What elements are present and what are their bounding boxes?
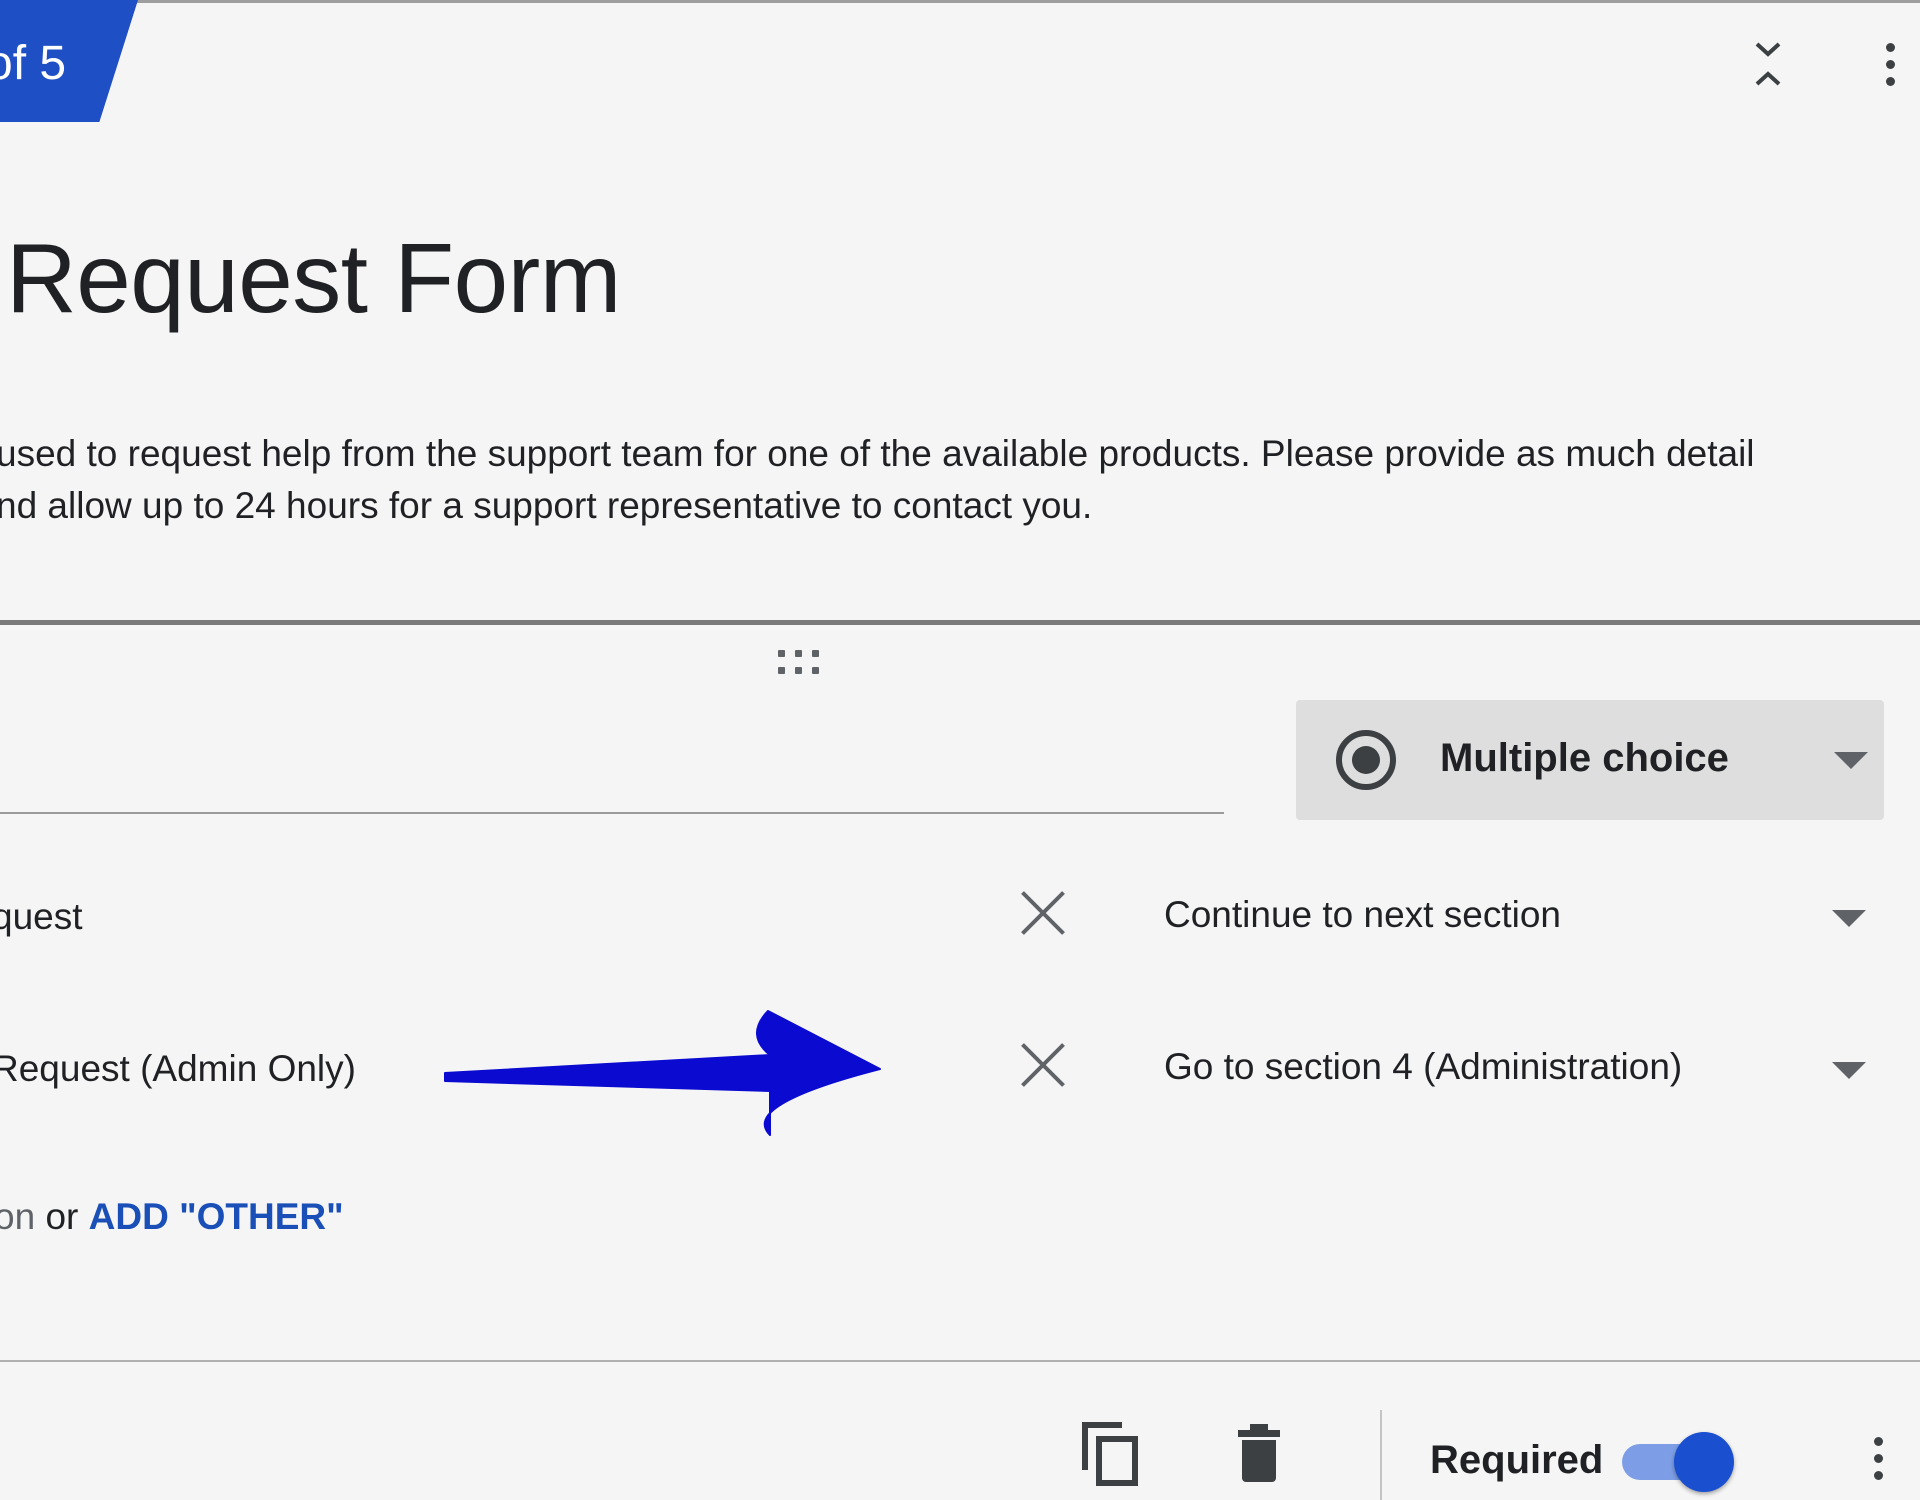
section-navigation-select-2[interactable]: Go to section 4 (Administration) [1164,1038,1884,1098]
section-navigation-select-1[interactable]: Continue to next section [1164,886,1884,946]
close-icon[interactable] [1020,890,1066,936]
annotation-arrow [444,1010,881,1136]
required-toggle[interactable] [1622,1432,1738,1492]
or-text: or [45,1196,79,1237]
dropdown-arrow-icon [1834,752,1868,769]
question-more-options-button[interactable] [1868,1430,1888,1486]
section-indicator-tab: of 5 [0,0,138,122]
collapse-section-button[interactable] [1750,36,1786,92]
close-icon[interactable] [1020,1042,1066,1088]
form-title[interactable]: Request Form [6,222,621,335]
add-option-row: on or ADD "OTHER" [0,1196,344,1238]
toolbar-separator [1380,1410,1382,1500]
section-navigation-value-1: Continue to next section [1164,894,1561,935]
card-top-border [0,0,1920,3]
toggle-knob [1674,1432,1734,1492]
question-type-label: Multiple choice [1440,736,1729,780]
required-label: Required [1430,1438,1604,1482]
more-vert-icon [1873,1436,1883,1446]
option-label-1[interactable]: quest [0,896,83,938]
section-navigation-value-2: Go to section 4 (Administration) [1164,1046,1683,1087]
form-editor: of 5 Request Form used to request help f… [0,0,1920,1500]
dropdown-arrow-icon [1832,910,1866,927]
add-option-input[interactable]: on [0,1196,35,1237]
section-divider [0,620,1920,625]
section-more-options-button[interactable] [1880,36,1900,92]
collapse-expand-icon [1755,42,1781,86]
drag-handle-icon[interactable] [778,650,828,676]
question-type-dropdown[interactable]: Multiple choice [1296,700,1884,820]
delete-icon[interactable] [1236,1424,1282,1484]
question-title-field[interactable] [0,812,1224,814]
option-label-2[interactable]: Request (Admin Only) [0,1048,356,1090]
duplicate-icon[interactable] [1080,1420,1144,1486]
form-description[interactable]: used to request help from the support te… [0,428,1896,532]
form-description-line-1: used to request help from the support te… [0,433,1755,474]
radio-button-icon [1336,730,1396,790]
dropdown-arrow-icon [1832,1062,1866,1079]
section-indicator-label: of 5 [0,37,67,90]
form-description-line-2: nd allow up to 24 hours for a support re… [0,485,1093,526]
more-vert-icon [1885,42,1895,52]
add-other-link[interactable]: ADD "OTHER" [89,1196,344,1237]
question-footer-divider [0,1360,1920,1362]
